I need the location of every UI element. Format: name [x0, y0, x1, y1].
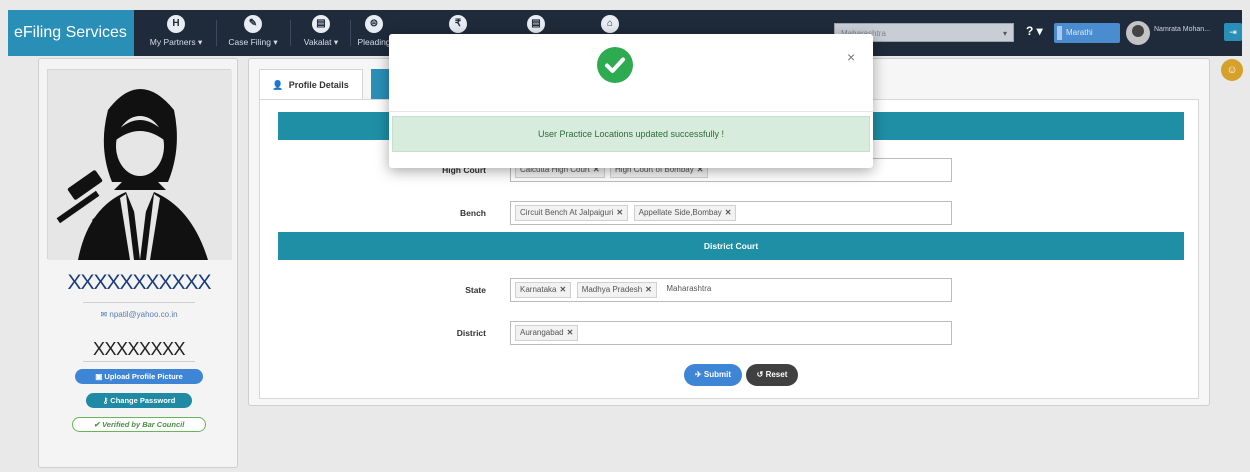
document-icon: ▤	[312, 15, 330, 33]
profile-avatar	[47, 69, 232, 260]
brand-logo[interactable]: eFiling Services	[8, 10, 134, 56]
success-alert: User Practice Locations updated successf…	[392, 116, 870, 152]
state-chip: Karnataka ✕	[515, 282, 572, 298]
nav-divider	[216, 20, 217, 46]
nav-my-partners[interactable]: H My Partners ▾	[140, 10, 212, 56]
bench-label: Bench	[460, 208, 486, 218]
district-chip: Aurangabad ✕	[515, 325, 579, 341]
user-name[interactable]: Namrata Mohan...	[1154, 26, 1210, 33]
state-chip: Madhya Pradesh ✕	[576, 282, 657, 298]
state-search-text[interactable]: Maharashtra	[662, 282, 715, 298]
logout-icon: ⇥	[1229, 27, 1237, 37]
briefcase-icon: ⌂	[601, 15, 619, 33]
image-icon: ▣	[95, 372, 103, 381]
reset-label: Reset	[765, 370, 788, 379]
profile-name: XXXXXXXXXXX	[67, 271, 211, 294]
help-float-button[interactable]: ☺	[1221, 59, 1243, 81]
chevron-down-icon: ▾	[1002, 29, 1007, 38]
smiley-icon: ☺	[1226, 64, 1238, 76]
profile-email-text: npatil@yahoo.co.in	[109, 310, 178, 319]
chevron-down-icon: ▾	[273, 37, 278, 47]
modal-header: ×	[389, 34, 873, 112]
bench-row: Bench Circuit Bench At Jalpaiguri ✕ Appel…	[260, 201, 1200, 225]
language-icon	[1057, 26, 1062, 40]
verified-badge: ✔ Verified by Bar Council	[72, 417, 206, 432]
nav-divider	[350, 20, 351, 46]
state-row: State Karnataka ✕ Madhya Pradesh ✕ Maharas…	[260, 278, 1200, 302]
language-button-label: Marathi	[1066, 28, 1093, 37]
file-icon: ▤	[527, 15, 545, 33]
submit-label: Submit	[703, 370, 732, 379]
change-password-label: Change Password	[110, 396, 176, 405]
users-icon: 👤	[272, 80, 284, 90]
remove-icon[interactable]: ✕	[616, 208, 623, 217]
tab-profile-details[interactable]: 👤 Profile Details	[259, 69, 363, 99]
logout-button[interactable]: ⇥	[1224, 23, 1242, 41]
nav-my-partners-label: My Partners	[149, 37, 196, 47]
nav-vakalat[interactable]: ▤ Vakalat ▾	[294, 10, 348, 56]
upload-profile-picture-button[interactable]: ▣ Upload Profile Picture	[75, 369, 203, 384]
lawyer-avatar-icon	[48, 70, 232, 260]
district-court-section-header: District Court	[278, 232, 1184, 260]
chip-label: Appellate Side,Bombay	[638, 208, 722, 217]
chevron-down-icon: ▾	[197, 37, 203, 47]
success-modal: × User Practice Locations updated succes…	[389, 34, 873, 168]
nav-case-filing[interactable]: ✎ Case Filing ▾	[220, 10, 286, 56]
remove-icon[interactable]: ✕	[725, 208, 732, 217]
tab-profile-details-label: Profile Details	[288, 80, 349, 90]
envelope-icon: ✉	[100, 310, 108, 319]
bench-multiselect[interactable]: Circuit Bench At Jalpaiguri ✕ Appellate S…	[510, 201, 952, 225]
chip-label: Circuit Bench At Jalpaiguri	[520, 208, 614, 217]
remove-icon[interactable]: ✕	[559, 285, 566, 294]
divider	[83, 302, 195, 303]
nav-divider	[290, 20, 291, 46]
nav-pleading-label: Pleading	[357, 37, 391, 47]
submit-button[interactable]: ✈ Submit	[684, 364, 742, 386]
chevron-down-icon: ▾	[333, 37, 339, 47]
district-row: District Aurangabad ✕	[260, 321, 1200, 345]
remove-icon[interactable]: ✕	[567, 328, 574, 337]
verified-badge-label: Verified by Bar Council	[102, 420, 185, 429]
chip-label: Aurangabad	[520, 328, 564, 337]
state-label: State	[465, 285, 486, 295]
profile-id: XXXXXXXX	[92, 339, 186, 359]
profile-email: ✉ npatil@yahoo.co.in	[39, 310, 239, 319]
chip-label: Karnataka	[520, 285, 557, 294]
help-dropdown[interactable]: ? ▾	[1026, 24, 1043, 38]
partners-icon: H	[167, 15, 185, 33]
state-multiselect[interactable]: Karnataka ✕ Madhya Pradesh ✕ Maharashtra	[510, 278, 952, 302]
avatar[interactable]	[1126, 21, 1150, 45]
edit-icon: ✎	[244, 15, 262, 33]
divider	[83, 361, 195, 362]
change-password-button[interactable]: ⚷ Change Password	[86, 393, 192, 408]
nav-vakalat-label: Vakalat	[303, 37, 332, 47]
district-multiselect[interactable]: Aurangabad ✕	[510, 321, 952, 345]
upload-profile-picture-label: Upload Profile Picture	[104, 372, 183, 381]
reset-button[interactable]: ↺ Reset	[746, 364, 798, 386]
language-button[interactable]: Marathi	[1054, 23, 1120, 43]
profile-card: XXXXXXXXXXX ✉ npatil@yahoo.co.in XXXXXXX…	[38, 58, 238, 468]
pleading-icon: ⊜	[365, 15, 383, 33]
district-label: District	[456, 328, 486, 338]
bench-chip: Appellate Side,Bombay ✕	[633, 205, 737, 221]
send-icon: ✈	[694, 370, 702, 379]
key-icon: ⚷	[102, 396, 109, 405]
rupee-icon: ₹	[449, 15, 467, 33]
nav-case-filing-label: Case Filing	[228, 37, 271, 47]
chip-label: Madhya Pradesh	[581, 285, 643, 294]
remove-icon[interactable]: ✕	[645, 285, 652, 294]
close-icon[interactable]: ×	[847, 50, 855, 64]
nav-pleading[interactable]: ⊜ Pleading	[354, 10, 394, 56]
tab-practice-locations[interactable]	[371, 69, 389, 99]
success-check-icon	[597, 47, 633, 83]
bench-chip: Circuit Bench At Jalpaiguri ✕	[515, 205, 629, 221]
undo-icon: ↺	[756, 370, 764, 379]
check-icon: ✔	[93, 420, 100, 429]
